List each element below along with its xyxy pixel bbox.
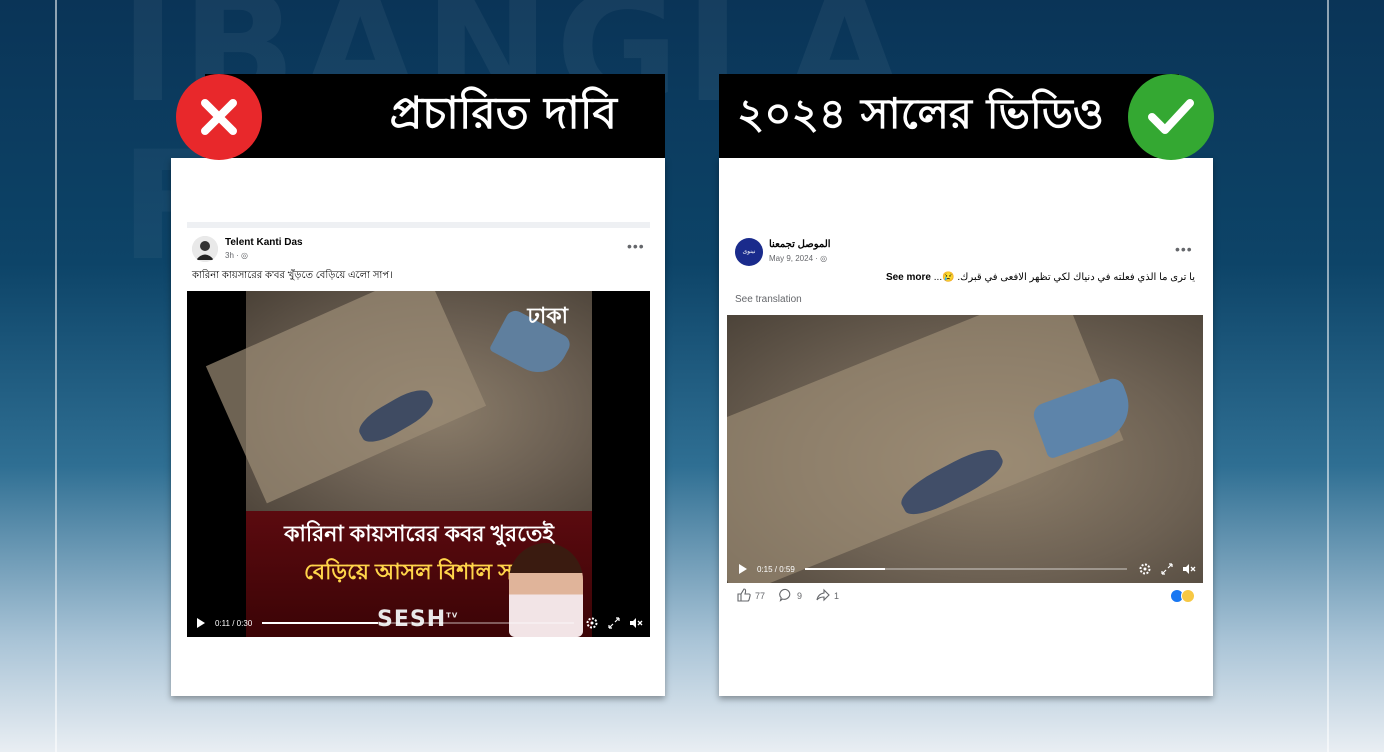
play-icon[interactable]	[193, 615, 209, 631]
sad-reaction-icon	[1181, 589, 1195, 603]
comment-icon[interactable]	[779, 588, 793, 604]
check-icon	[1128, 74, 1214, 160]
avatar[interactable]: نينوى	[735, 238, 763, 266]
post-author[interactable]: Telent Kanti Das	[225, 237, 303, 248]
mute-icon[interactable]	[628, 615, 644, 631]
channel-logo: ঢাকা	[527, 304, 568, 329]
like-icon[interactable]	[737, 588, 751, 604]
video-time: 0:15 / 0:59	[757, 564, 795, 574]
more-options-icon[interactable]: •••	[627, 238, 645, 254]
border-line-right	[1327, 0, 1329, 752]
settings-icon[interactable]	[584, 615, 600, 631]
comment-count: 9	[797, 591, 803, 601]
soil-wall	[205, 291, 487, 504]
video-frame: ঢাকা	[205, 291, 592, 511]
post-text: কারিনা কায়সারের ক'বর খুঁড়তে বেড়িয়ে এ…	[192, 270, 393, 281]
see-translation-link[interactable]: See translation	[735, 294, 802, 305]
settings-icon[interactable]	[1137, 561, 1153, 577]
avatar[interactable]	[192, 236, 218, 262]
post-separator	[187, 222, 650, 228]
post-meta: 3h · ◎	[225, 251, 248, 260]
video-time: 0:11 / 0:30	[215, 618, 253, 628]
border-line-left	[55, 0, 57, 752]
reaction-bar: 77 9 1	[737, 588, 839, 604]
fullscreen-icon[interactable]	[1159, 561, 1175, 577]
video-controls: 0:11 / 0:30	[187, 609, 650, 637]
right-facebook-post: نينوى الموصل تجمعنا May 9, 2024 · ◎ ••• …	[727, 232, 1203, 612]
more-options-icon[interactable]: •••	[1175, 241, 1193, 257]
video-progress-bar[interactable]	[262, 622, 574, 624]
video-controls: 0:15 / 0:59	[727, 555, 1203, 583]
reaction-emojis[interactable]	[1170, 589, 1195, 603]
video-frame	[727, 315, 1203, 583]
share-icon[interactable]	[816, 588, 830, 604]
globe-icon: ◎	[820, 254, 828, 263]
video-progress-fill	[262, 622, 378, 624]
left-banner-title: প্রচারিত দাবি	[205, 74, 665, 158]
see-more-link[interactable]: See more	[886, 272, 931, 283]
video-progress-fill	[804, 568, 886, 570]
play-icon[interactable]	[735, 561, 751, 577]
post-video[interactable]: ঢাকা কারিনা কায়সারের কবর খুরতেই বেড়িয়…	[187, 291, 650, 637]
video-progress-bar[interactable]	[804, 568, 1127, 570]
right-banner-title: ২০২৪ সালের ভিডিও	[719, 74, 1179, 158]
cross-icon	[176, 74, 262, 160]
like-count: 77	[755, 591, 766, 601]
left-facebook-post: Telent Kanti Das 3h · ◎ ••• কারিনা কায়স…	[187, 222, 650, 642]
post-video[interactable]: 0:15 / 0:59	[727, 315, 1203, 583]
post-author[interactable]: الموصل تجمعنا	[769, 239, 831, 250]
fullscreen-icon[interactable]	[606, 615, 622, 631]
post-meta: May 9, 2024 · ◎	[769, 254, 828, 263]
post-text: يا ترى ما الذي فعلته في دنياك لكي تظهر ا…	[885, 272, 1195, 283]
mute-icon[interactable]	[1181, 561, 1197, 577]
share-count: 1	[834, 591, 840, 601]
globe-icon: ◎	[241, 251, 248, 260]
